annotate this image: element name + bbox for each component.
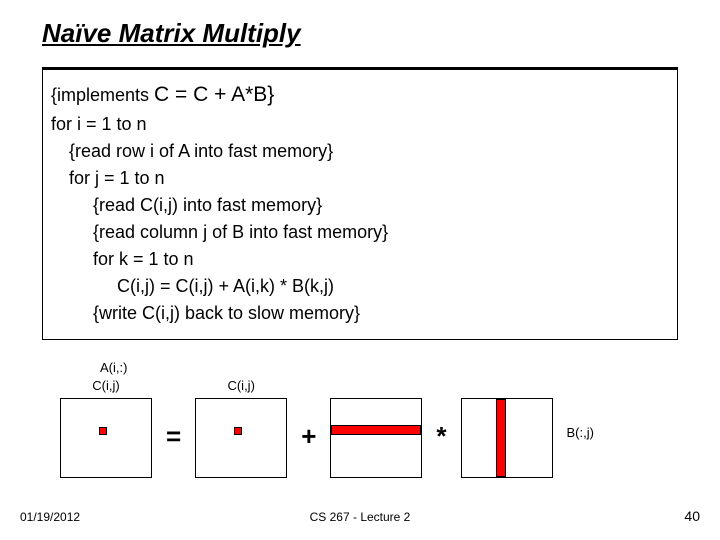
code-line: for k = 1 to n: [93, 246, 669, 273]
matrix-C-left: C(i,j): [60, 378, 152, 478]
plus-op: +: [301, 421, 316, 452]
matrix-element-dot: [234, 427, 242, 435]
code-text: C = C + A*B}: [154, 83, 274, 106]
code-line: {read row i of A into fast memory}: [69, 138, 669, 165]
matrix-box: [60, 398, 152, 478]
footer-lecture: CS 267 - Lecture 2: [0, 510, 720, 524]
matrix-B: [461, 378, 553, 478]
footer-slide-number: 40: [684, 508, 700, 524]
slide-title: Naïve Matrix Multiply: [42, 18, 301, 48]
matrix-label: C(i,j): [92, 378, 119, 394]
code-line: {implements C = C + A*B}: [51, 79, 669, 111]
matrix-diagram: C(i,j) = C(i,j) + A(i,:) * B(:,j): [60, 378, 680, 478]
pseudocode-box: {implements C = C + A*B} for i = 1 to n …: [42, 68, 678, 340]
matrix-box: [195, 398, 287, 478]
matrix-label-B: B(:,j): [567, 425, 594, 440]
matrix-box: [330, 398, 422, 478]
matrix-C-right: C(i,j): [195, 378, 287, 478]
matrix-label-text: A(i,:): [100, 360, 127, 375]
star-op: *: [436, 421, 446, 452]
equals-op: =: [166, 421, 181, 452]
matrix-label: C(i,j): [227, 378, 254, 394]
matrix-col-highlight: [496, 399, 506, 477]
code-line: for i = 1 to n: [51, 111, 669, 138]
code-line: C(i,j) = C(i,j) + A(i,k) * B(k,j): [117, 273, 669, 300]
code-line: {read column j of B into fast memory}: [93, 219, 669, 246]
code-text: {implements: [51, 85, 154, 105]
matrix-box: [461, 398, 553, 478]
matrix-element-dot: [99, 427, 107, 435]
code-line: {read C(i,j) into fast memory}: [93, 192, 669, 219]
matrix-row-highlight: [331, 425, 421, 435]
code-line: {write C(i,j) back to slow memory}: [93, 300, 669, 327]
code-line: for j = 1 to n: [69, 165, 669, 192]
matrix-A: A(i,:): [330, 378, 422, 478]
